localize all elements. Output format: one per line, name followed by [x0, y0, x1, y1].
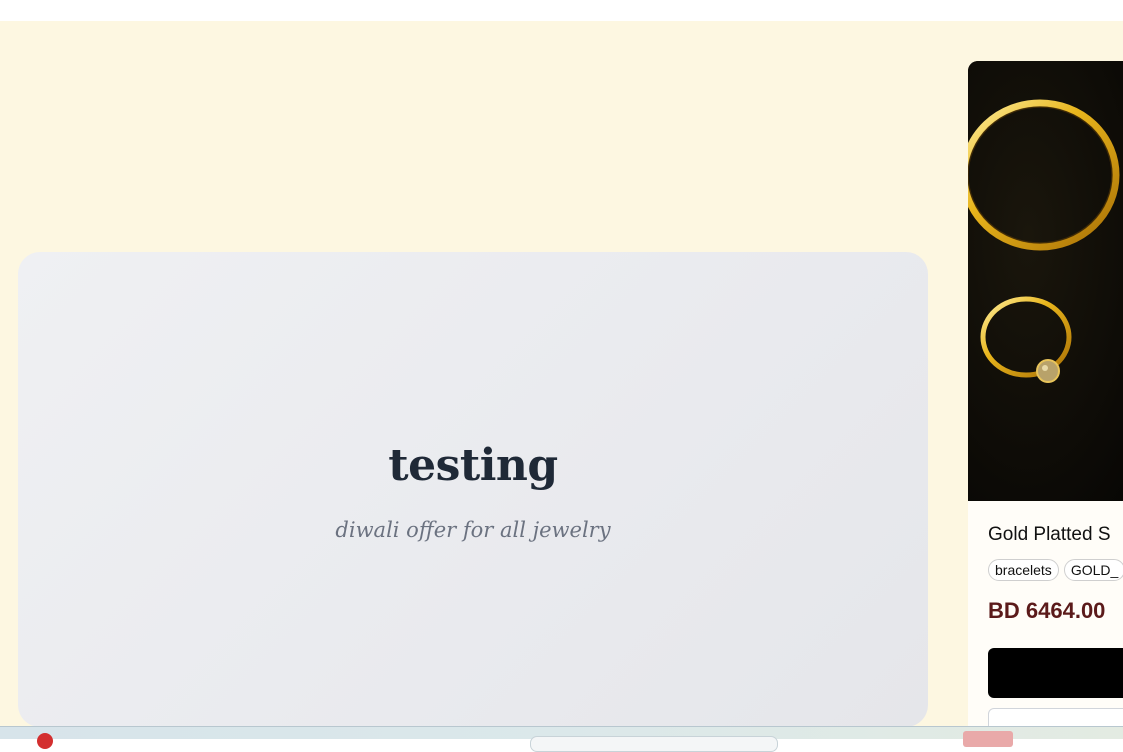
banner-subtitle: diwali offer for all jewelry [335, 518, 611, 542]
taskbar-app-button[interactable] [963, 731, 1013, 747]
top-bar [0, 0, 1123, 21]
product-price: BD 6464.00 [988, 598, 1106, 623]
app-icon[interactable] [37, 733, 53, 749]
product-title[interactable]: Gold Platted S [988, 524, 1111, 546]
ring-stone [1036, 359, 1060, 383]
gold-jewelry-image [968, 61, 1123, 501]
product-tags: bracelets GOLD_ [988, 559, 1123, 581]
promo-section: testing diwali offer for all jewelry Gol… [0, 21, 1123, 738]
tag-gold[interactable]: GOLD_ [1063, 559, 1123, 581]
taskbar-search[interactable] [530, 736, 778, 752]
add-to-cart-button[interactable] [988, 648, 1123, 698]
product-card[interactable]: Gold Platted S bracelets GOLD_ BD 6464.0… [968, 61, 1123, 738]
tag-bracelets[interactable]: bracelets [988, 559, 1059, 581]
banner-title: testing [388, 440, 558, 491]
taskbar [0, 726, 1123, 752]
promo-banner[interactable]: testing diwali offer for all jewelry [18, 252, 928, 727]
product-image[interactable] [968, 61, 1123, 501]
